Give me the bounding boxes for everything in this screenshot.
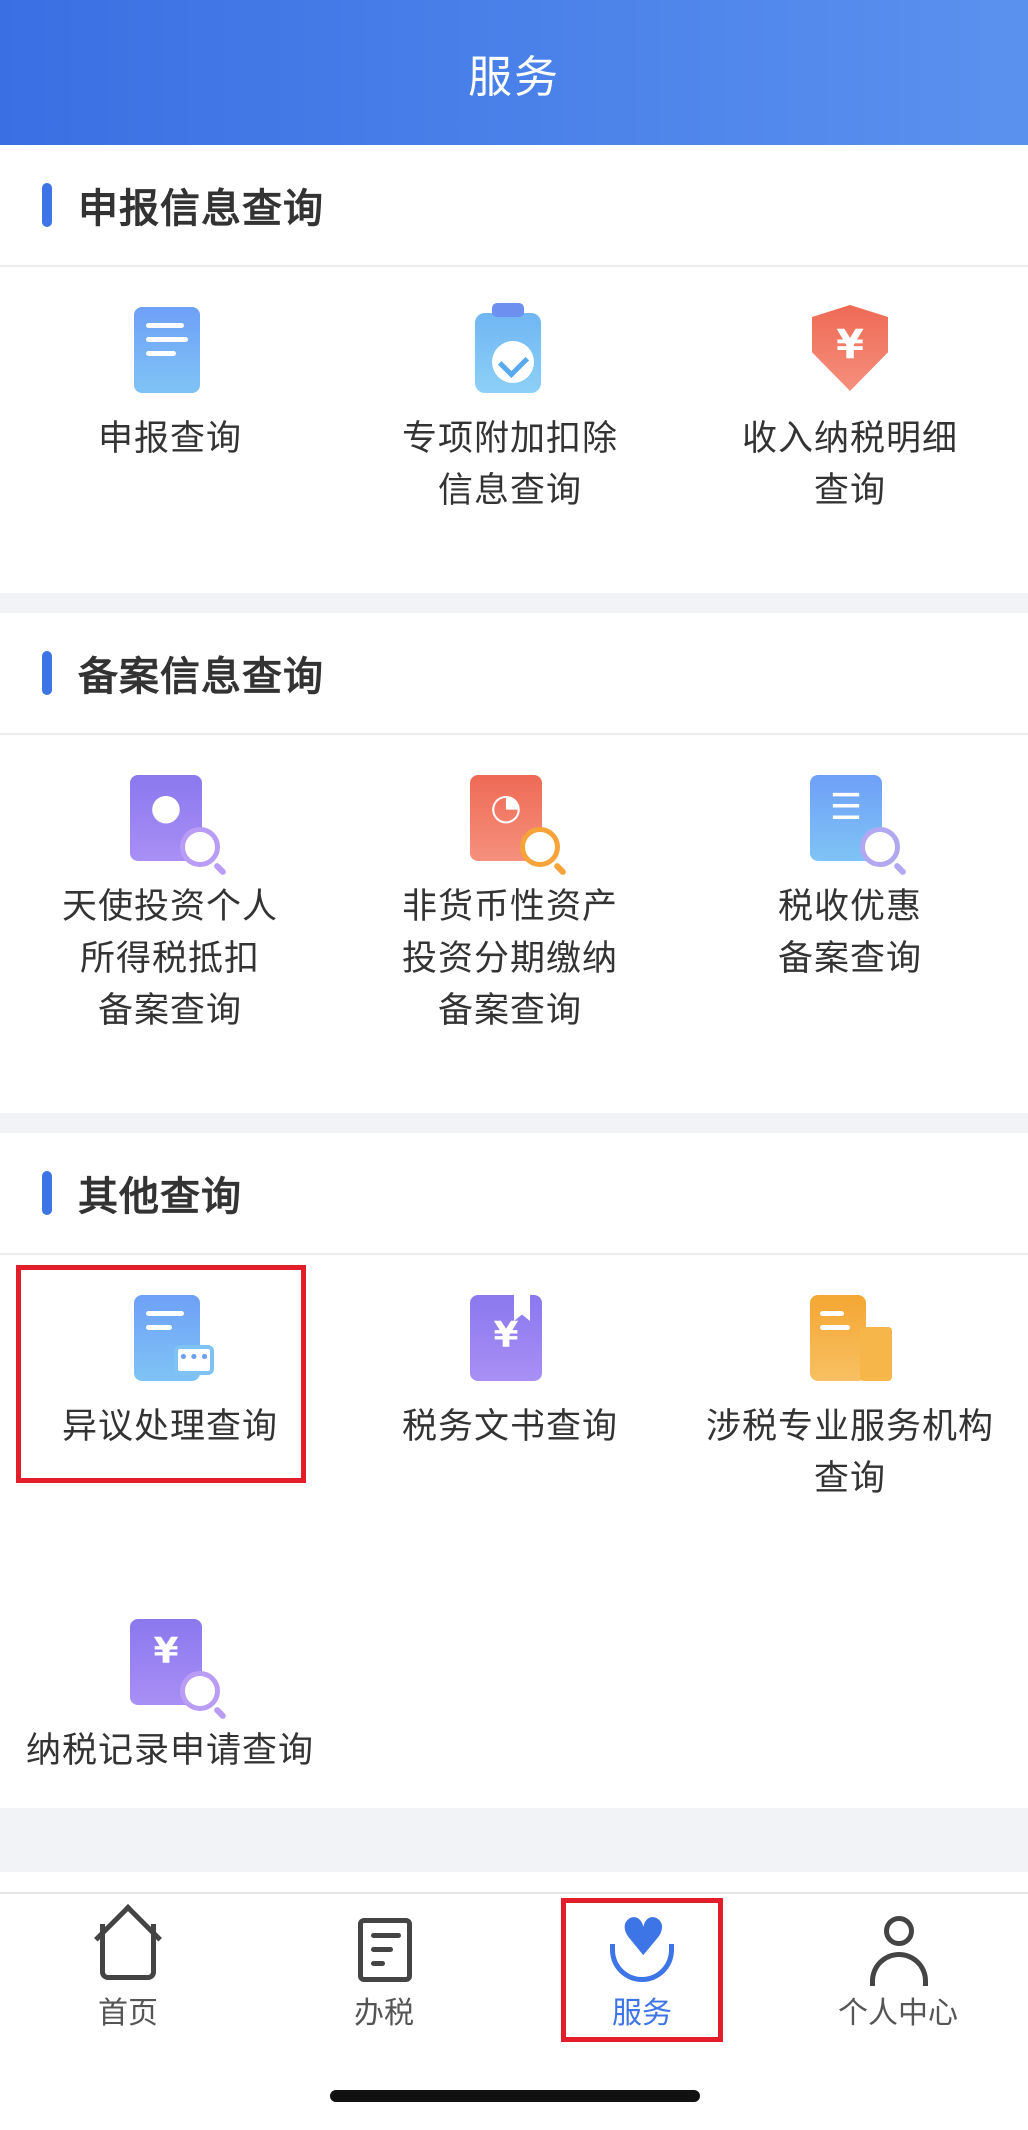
highlight-box-service-tab bbox=[561, 1898, 723, 2042]
section-title: 备案信息查询 bbox=[78, 654, 324, 700]
section-declaration-query: 申报信息查询 申报查询 专项附加扣除 信息查询 ¥ 收入纳税明细 查询 bbox=[0, 145, 1028, 593]
tab-personal-center[interactable]: 个人中心 bbox=[798, 1914, 998, 2032]
item-label: 纳税记录申请查询 bbox=[25, 1731, 314, 1771]
person-icon bbox=[862, 1914, 934, 1986]
section-header: 其他查询 bbox=[0, 1133, 1028, 1255]
section-header: 备案信息查询 bbox=[0, 613, 1028, 735]
section-accent-bar bbox=[42, 1171, 52, 1215]
document-icon bbox=[130, 303, 210, 393]
home-icon bbox=[92, 1904, 164, 1986]
person-search-icon: ● bbox=[130, 771, 220, 867]
item-label: 申报查询 bbox=[97, 419, 242, 459]
tab-label: 办税 bbox=[354, 1996, 414, 2031]
special-deduction-query-button[interactable]: 专项附加扣除 信息查询 bbox=[340, 303, 680, 517]
item-label: 涉税专业服务机构 查询 bbox=[705, 1407, 994, 1499]
section-header: 申报信息查询 bbox=[0, 145, 1028, 267]
section-title: 申报信息查询 bbox=[78, 186, 324, 232]
yuan-search-icon: ¥ bbox=[130, 1615, 220, 1711]
tax-document-query-button[interactable]: ¥ 税务文书查询 bbox=[340, 1291, 680, 1453]
section-accent-bar bbox=[42, 651, 52, 695]
section-filing-query: 备案信息查询 ● 天使投资个人 所得税抵扣 备案查询 ◔ 非货币性资产 投资分期缴纳备… bbox=[0, 613, 1028, 1113]
item-label: 收入纳税明细 查询 bbox=[741, 419, 958, 511]
tab-tax[interactable]: 办税 bbox=[284, 1914, 484, 2032]
section-partial bbox=[0, 1872, 1028, 1892]
home-indicator bbox=[330, 2090, 700, 2102]
item-label: 税收优惠 备案查询 bbox=[777, 887, 922, 979]
pie-search-icon: ◔ bbox=[470, 771, 560, 867]
tax-incentive-filing-query-button[interactable]: ☰ 税收优惠 备案查询 bbox=[680, 771, 1020, 985]
item-label: 非货币性资产 投资分期缴纳 备案查询 bbox=[401, 887, 618, 1031]
building-docs-icon bbox=[810, 1291, 892, 1381]
declaration-query-button[interactable]: 申报查询 bbox=[0, 303, 340, 465]
tab-home[interactable]: 首页 bbox=[28, 1904, 228, 2032]
page-title: 服务 bbox=[468, 51, 560, 103]
tax-service-agency-query-button[interactable]: 涉税专业服务机构 查询 bbox=[680, 1291, 1020, 1505]
clipboard-check-icon bbox=[470, 303, 550, 393]
item-label: 天使投资个人 所得税抵扣 备案查询 bbox=[61, 887, 278, 1031]
yuan-bookmark-icon: ¥ bbox=[470, 1291, 550, 1381]
top-header: 服务 bbox=[0, 0, 1028, 145]
tab-label: 个人中心 bbox=[838, 1996, 958, 2031]
yuan-shield-icon: ¥ bbox=[810, 303, 890, 393]
tax-record-application-query-button[interactable]: ¥ 纳税记录申请查询 bbox=[0, 1615, 340, 1777]
section-title: 其他查询 bbox=[78, 1174, 242, 1220]
item-label: 专项附加扣除 信息查询 bbox=[401, 419, 618, 511]
list-search-icon: ☰ bbox=[810, 771, 900, 867]
section-accent-bar bbox=[42, 183, 52, 227]
non-monetary-asset-filing-query-button[interactable]: ◔ 非货币性资产 投资分期缴纳 备案查询 bbox=[340, 771, 680, 1037]
income-tax-detail-query-button[interactable]: ¥ 收入纳税明细 查询 bbox=[680, 303, 1020, 517]
tab-label: 首页 bbox=[98, 1996, 158, 2031]
tax-form-icon bbox=[348, 1914, 420, 1986]
angel-investment-filing-query-button[interactable]: ● 天使投资个人 所得税抵扣 备案查询 bbox=[0, 771, 340, 1037]
highlight-box-objection-query bbox=[16, 1265, 306, 1483]
item-label: 税务文书查询 bbox=[401, 1407, 618, 1447]
